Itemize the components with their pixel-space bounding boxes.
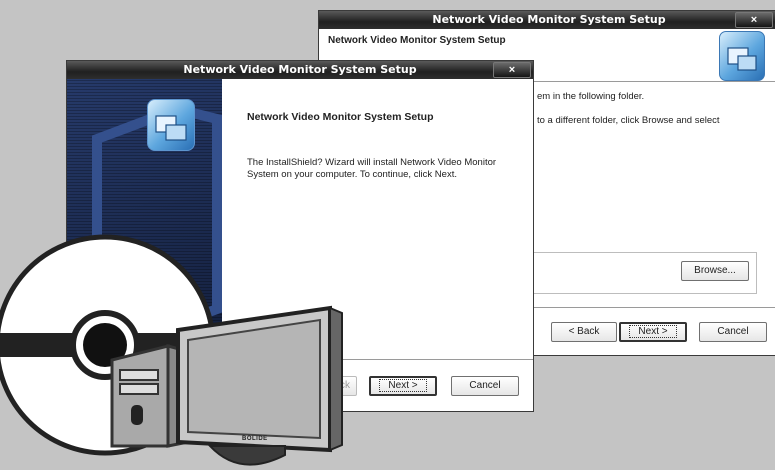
install-illustration	[0, 234, 343, 466]
monitor-brand-label: BOLIDE	[242, 436, 268, 442]
